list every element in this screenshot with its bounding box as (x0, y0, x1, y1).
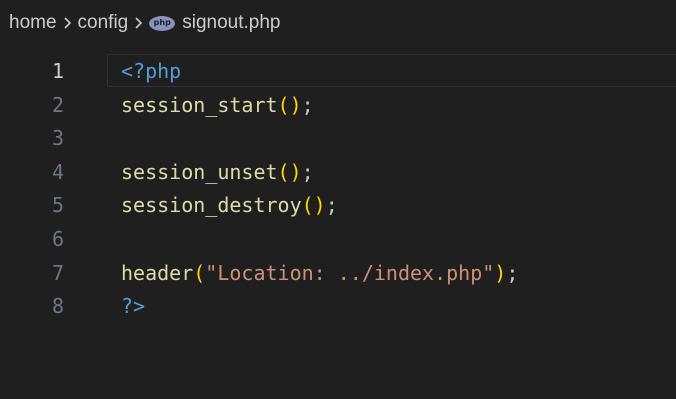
code-text: session_destroy(); (121, 188, 338, 222)
line-number: 2 (51, 92, 64, 117)
code-token-paren: () (277, 159, 302, 184)
code-token-punct: ; (506, 260, 519, 285)
code-token-punct: ; (325, 193, 338, 218)
code-editor[interactable]: home config php signout.php 1 <?php 2 sessi… (0, 0, 676, 399)
code-token-tag: ?> (121, 294, 146, 319)
code-line[interactable]: 6 (0, 222, 676, 256)
line-number: 7 (51, 260, 64, 285)
code-token-fn: header (121, 260, 194, 285)
code-token-paren: () (301, 193, 326, 218)
code-token-paren: ( (193, 260, 206, 285)
line-number: 6 (51, 227, 64, 251)
code-token-punct: ; (301, 159, 314, 184)
code-line[interactable]: 5 session_destroy(); (0, 188, 676, 222)
breadcrumb: home config php signout.php (0, 0, 676, 46)
code-token-str: "Location: ../index.php" (205, 260, 495, 285)
code-line[interactable]: 3 (0, 121, 676, 155)
code-token-paren: ) (494, 260, 507, 285)
code-line[interactable]: 8 ?> (0, 289, 676, 323)
breadcrumb-item-file[interactable]: signout.php (182, 12, 280, 34)
code-token-tag: <?php (121, 59, 182, 83)
code-line[interactable]: 4 session_unset(); (0, 155, 676, 189)
line-number: 4 (51, 159, 64, 184)
chevron-right-icon (63, 16, 72, 30)
code-token-paren: () (277, 92, 302, 117)
code-token-fn: session_unset (121, 159, 278, 184)
line-number: 3 (51, 126, 64, 151)
code-token-fn: session_start (121, 92, 278, 117)
code-text: header("Location: ../index.php"); (121, 256, 518, 290)
code-line[interactable]: 1 <?php (0, 54, 676, 88)
breadcrumb-item-config[interactable]: config (78, 12, 129, 34)
code-line[interactable]: 2 session_start(); (0, 88, 676, 122)
code-text: ?> (121, 289, 145, 323)
code-text: <?php (121, 54, 181, 88)
chevron-right-icon (134, 16, 143, 30)
code-token-fn: session_destroy (121, 193, 302, 218)
line-number: 5 (51, 193, 64, 218)
code-token-punct: ; (301, 92, 314, 117)
code-line[interactable]: 7 header("Location: ../index.php"); (0, 256, 676, 290)
code-text: session_start(); (121, 88, 314, 122)
php-file-icon: php (149, 15, 176, 31)
line-number: 8 (51, 294, 64, 319)
line-number: 1 (51, 59, 64, 83)
code-text: session_unset(); (121, 155, 314, 189)
breadcrumb-item-home[interactable]: home (9, 12, 57, 34)
